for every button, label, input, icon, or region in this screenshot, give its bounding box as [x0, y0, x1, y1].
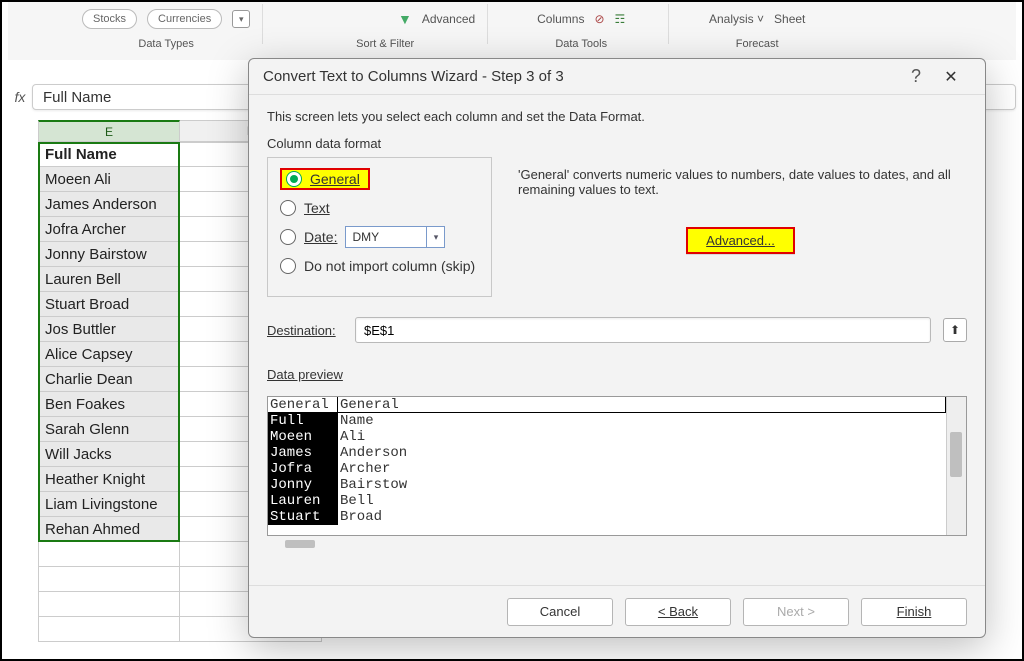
ribbon-forecast-sheet[interactable]: Sheet: [774, 12, 805, 26]
advanced-button[interactable]: Advanced...: [686, 227, 795, 254]
date-format-select[interactable]: DMY ▾: [345, 226, 445, 248]
cell[interactable]: [38, 617, 180, 642]
cancel-button[interactable]: Cancel: [507, 598, 613, 626]
format-radio-group: General Text Date: DMY ▾ D: [267, 157, 492, 297]
preview-row[interactable]: Jonny Bairstow: [268, 477, 946, 493]
preview-header-row: GeneralGeneral: [268, 397, 946, 413]
ribbon: Stocks Currencies ▾ Data Types ▼ Advance…: [8, 2, 1016, 60]
preview-row[interactable]: James Anderson: [268, 445, 946, 461]
cell[interactable]: Ben Foakes: [38, 392, 180, 417]
cell[interactable]: Sarah Glenn: [38, 417, 180, 442]
dialog-description: This screen lets you select each column …: [267, 109, 967, 124]
remove-dup-icon[interactable]: ⊘: [594, 12, 604, 26]
collapse-dialog-button[interactable]: ⬆: [943, 318, 967, 342]
dialog-title: Convert Text to Columns Wizard - Step 3 …: [263, 68, 564, 85]
datatypes-dropdown[interactable]: ▾: [232, 10, 250, 28]
dialog-buttons: Cancel < Back Next > Finish: [249, 585, 985, 637]
cell[interactable]: James Anderson: [38, 192, 180, 217]
cell[interactable]: Alice Capsey: [38, 342, 180, 367]
preview-row[interactable]: StuartBroad: [268, 509, 946, 525]
data-model-icon[interactable]: ☶: [615, 12, 626, 26]
back-button[interactable]: < Back: [625, 598, 731, 626]
cell[interactable]: [38, 567, 180, 592]
preview-row[interactable]: Full Name: [268, 413, 946, 429]
ribbon-textcolumns[interactable]: Columns: [537, 12, 584, 26]
data-preview[interactable]: GeneralGeneralFull NameMoeen AliJames An…: [267, 396, 967, 536]
radio-general-dot: [286, 171, 302, 187]
cell[interactable]: Moeen Ali: [38, 167, 180, 192]
ribbon-group-forecast: Forecast: [736, 38, 779, 50]
filter-icon: ▼: [398, 11, 412, 27]
next-button: Next >: [743, 598, 849, 626]
ribbon-group-sortfilter: Sort & Filter: [356, 38, 414, 50]
fx-icon[interactable]: fx: [8, 89, 32, 105]
chevron-down-icon: ▾: [426, 227, 444, 247]
destination-label: Destination:: [267, 323, 343, 338]
ribbon-stocks[interactable]: Stocks: [82, 9, 137, 29]
ribbon-group-datatools: Data Tools: [555, 38, 607, 50]
preview-vscrollbar[interactable]: [946, 397, 966, 535]
cell[interactable]: Jofra Archer: [38, 217, 180, 242]
cell[interactable]: Rehan Ahmed: [38, 517, 180, 542]
preview-row[interactable]: LaurenBell: [268, 493, 946, 509]
preview-label: Data preview: [267, 367, 967, 382]
radio-skip[interactable]: Do not import column (skip): [280, 258, 477, 274]
destination-input[interactable]: [355, 317, 931, 343]
cell[interactable]: Will Jacks: [38, 442, 180, 467]
close-button[interactable]: ✕: [931, 59, 971, 95]
cell[interactable]: Jonny Bairstow: [38, 242, 180, 267]
cell[interactable]: Liam Livingstone: [38, 492, 180, 517]
text-to-columns-dialog: Convert Text to Columns Wizard - Step 3 …: [248, 58, 986, 638]
radio-general[interactable]: General: [280, 168, 370, 190]
cell[interactable]: Jos Buttler: [38, 317, 180, 342]
preview-row[interactable]: Moeen Ali: [268, 429, 946, 445]
cell[interactable]: [38, 592, 180, 617]
radio-text[interactable]: Text: [280, 200, 477, 216]
col-header-E[interactable]: E: [38, 120, 180, 142]
finish-button[interactable]: Finish: [861, 598, 967, 626]
cell[interactable]: Lauren Bell: [38, 267, 180, 292]
ribbon-currencies[interactable]: Currencies: [147, 9, 222, 29]
column-format-label: Column data format: [267, 136, 967, 151]
preview-hscrollbar[interactable]: [267, 538, 967, 550]
general-hint: 'General' converts numeric values to num…: [518, 167, 963, 197]
preview-row[interactable]: Jofra Archer: [268, 461, 946, 477]
cell[interactable]: [38, 542, 180, 567]
dialog-titlebar: Convert Text to Columns Wizard - Step 3 …: [249, 59, 985, 95]
cell[interactable]: Full Name: [38, 142, 180, 167]
ribbon-group-datatypes: Data Types: [138, 38, 193, 50]
arrow-up-icon: ⬆: [950, 323, 960, 337]
cell[interactable]: Heather Knight: [38, 467, 180, 492]
help-button[interactable]: ?: [901, 66, 931, 87]
radio-date[interactable]: Date: DMY ▾: [280, 226, 477, 248]
cell[interactable]: Stuart Broad: [38, 292, 180, 317]
ribbon-advanced[interactable]: Advanced: [422, 12, 475, 26]
cell[interactable]: Charlie Dean: [38, 367, 180, 392]
ribbon-analysis[interactable]: Analysis ˅: [709, 12, 764, 26]
